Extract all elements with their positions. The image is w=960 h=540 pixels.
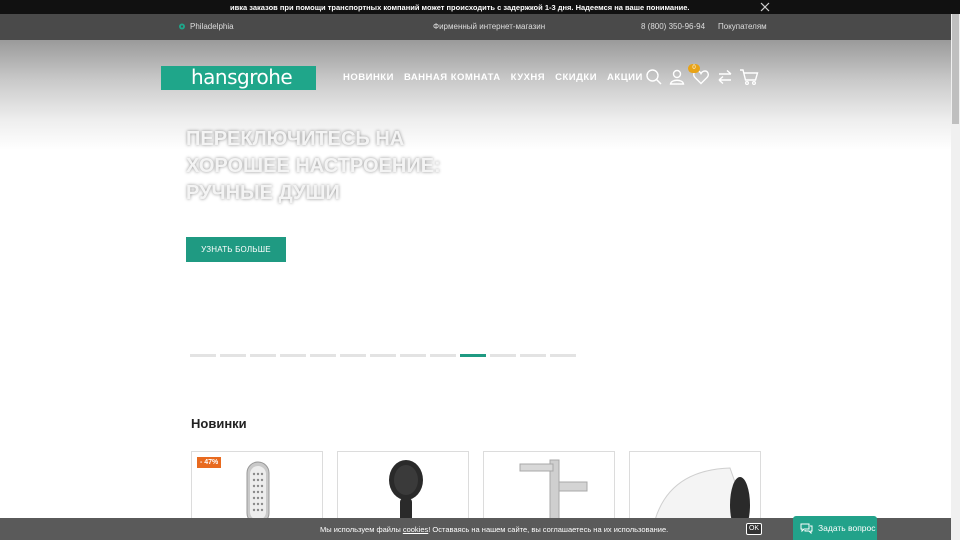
cookies-link[interactable]: cookies <box>403 525 428 534</box>
user-icon[interactable] <box>668 68 686 86</box>
cookie-accept-button[interactable]: OK <box>746 523 762 535</box>
announcement-bar: ивка заказов при помощи транспортных ком… <box>0 0 960 14</box>
slider-pagination <box>190 354 576 357</box>
slider-dot[interactable] <box>220 354 246 357</box>
slider-dot[interactable] <box>370 354 396 357</box>
nav-item-promotions[interactable]: АКЦИИ <box>607 72 643 83</box>
ask-question-label: Задать вопрос <box>818 523 876 533</box>
slider-dot[interactable] <box>250 354 276 357</box>
slider-dot[interactable] <box>190 354 216 357</box>
section-title: Новинки <box>191 416 247 431</box>
ask-question-button[interactable]: Задать вопрос <box>793 516 877 540</box>
main-nav: НОВИНКИ ВАННАЯ КОМНАТА КУХНЯ СКИДКИ АКЦИ… <box>343 72 643 83</box>
discount-badge: - 47% <box>197 457 222 468</box>
phone-link[interactable]: 8 (800) 350-96-94 <box>641 22 705 31</box>
slider-dot[interactable] <box>490 354 516 357</box>
cart-icon[interactable] <box>739 68 759 86</box>
slider-dot[interactable] <box>400 354 426 357</box>
cookie-suffix: ! Оставаясь на нашем сайте, вы соглашает… <box>428 525 669 534</box>
brand-logo[interactable]: hansgrohe <box>161 66 316 90</box>
city-selector[interactable]: Philadelphia <box>178 22 234 31</box>
top-bar: Philadelphia Фирменный интернет-магазин … <box>0 14 951 40</box>
slider-dot[interactable] <box>550 354 576 357</box>
nav-item-new[interactable]: НОВИНКИ <box>343 72 394 83</box>
cookie-prefix: Мы используем файлы <box>320 525 403 534</box>
store-label: Фирменный интернет-магазин <box>433 22 546 31</box>
search-icon[interactable] <box>645 68 663 86</box>
compare-icon[interactable] <box>716 68 734 86</box>
hero-banner <box>0 40 951 380</box>
buyers-link[interactable]: Покупателям <box>718 22 767 31</box>
scrollbar-thumb[interactable] <box>952 14 959 124</box>
close-icon[interactable] <box>759 1 771 13</box>
learn-more-button[interactable]: УЗНАТЬ БОЛЬШЕ <box>186 237 286 262</box>
favorites-count-badge: 0 <box>688 64 700 73</box>
hero-title: ПЕРЕКЛЮЧИТЕСЬ НА ХОРОШЕЕ НАСТРОЕНИЕ: РУЧ… <box>186 128 441 204</box>
location-pin-icon <box>179 23 185 29</box>
slider-dot[interactable] <box>430 354 456 357</box>
city-label: Philadelphia <box>190 22 234 31</box>
slider-dot[interactable] <box>460 354 486 357</box>
slider-dot[interactable] <box>520 354 546 357</box>
chat-icon <box>800 523 813 534</box>
nav-item-discounts[interactable]: СКИДКИ <box>555 72 597 83</box>
slider-dot[interactable] <box>280 354 306 357</box>
slider-dot[interactable] <box>340 354 366 357</box>
cookie-text: Мы используем файлы cookies! Оставаясь н… <box>320 525 668 534</box>
nav-item-bathroom[interactable]: ВАННАЯ КОМНАТА <box>404 72 501 83</box>
scrollbar[interactable] <box>951 14 960 540</box>
nav-item-kitchen[interactable]: КУХНЯ <box>511 72 545 83</box>
announcement-text: ивка заказов при помощи транспортных ком… <box>230 3 690 12</box>
slider-dot[interactable] <box>310 354 336 357</box>
